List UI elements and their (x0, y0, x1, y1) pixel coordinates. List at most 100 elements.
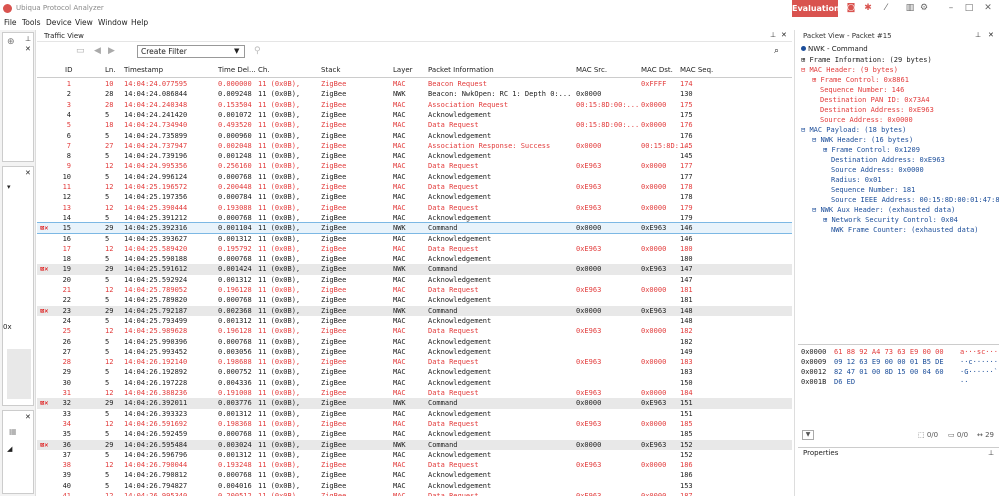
tree-leaf[interactable]: Sequence Number: 146 (820, 86, 904, 96)
table-row[interactable]: 8 5 14:04:24.739196 0.001248 11 (0x0B), ZigBe… (37, 151, 792, 161)
tree-node[interactable]: ⊞ Frame Control: 0x8861 (812, 76, 909, 86)
table-row[interactable]: 1 10 14:04:24.077595 0.000000 11 (0x0B), ZigB… (37, 79, 792, 89)
maximize-icon[interactable]: □ (963, 2, 975, 14)
col-id[interactable]: ID (65, 62, 72, 78)
splitter[interactable] (794, 30, 795, 496)
search-icon[interactable]: ⌕ (774, 46, 779, 56)
col-mac-src[interactable]: MAC Src. (576, 62, 607, 78)
bug-icon[interactable]: ✱ (862, 2, 874, 14)
comment-icon[interactable]: ▭ (76, 46, 85, 56)
table-row[interactable]: 39 5 14:04:26.790812 0.000768 11 (0x0B), ZigB… (37, 470, 792, 480)
tree-leaf[interactable]: Radius: 0x01 (831, 176, 882, 186)
table-row[interactable]: 33 5 14:04:26.393323 0.001312 11 (0x0B), ZigB… (37, 409, 792, 419)
col-time-delta[interactable]: Time Del... (218, 62, 256, 78)
table-row[interactable]: ⊠✕ 15 29 14:04:25.392316 0.001104 11 (0x0B), Z… (37, 222, 792, 235)
grid-icon[interactable]: ▦ (9, 427, 17, 436)
table-row[interactable]: 6 5 14:04:24.735899 0.000960 11 (0x0B), ZigBe… (37, 131, 792, 141)
col-layer[interactable]: Layer (393, 62, 413, 78)
col-len[interactable]: Ln. (105, 62, 116, 78)
table-row[interactable]: 40 5 14:04:26.794827 0.004016 11 (0x0B), ZigB… (37, 481, 792, 491)
back-icon[interactable]: ◀ (94, 46, 101, 56)
menu-window[interactable]: Window (98, 17, 128, 29)
minimize-icon[interactable]: – (945, 2, 957, 14)
close-icon[interactable]: ✕ (781, 31, 787, 39)
tree-node[interactable]: ⊟ MAC Payload: (18 bytes) (801, 126, 906, 136)
forward-icon[interactable]: ▶ (108, 46, 115, 56)
table-row[interactable]: 37 5 14:04:26.596796 0.001312 11 (0x0B), ZigB… (37, 450, 792, 460)
hex-bytes[interactable]: 09 12 63 E9 00 00 01 B5 DE (834, 358, 944, 368)
pin-icon[interactable]: ⊥ (988, 449, 994, 457)
col-channel[interactable]: Ch. (258, 62, 270, 78)
filter-icon[interactable]: ⚲ (254, 46, 261, 56)
table-row[interactable]: 10 5 14:04:24.996124 0.000768 11 (0x0B), ZigB… (37, 172, 792, 182)
col-mac-dst[interactable]: MAC Dst. (641, 62, 673, 78)
hex-ascii[interactable]: ··c······ (960, 358, 998, 368)
tree-leaf[interactable]: Destination Address: 0xE963 (820, 106, 934, 116)
table-row[interactable]: 7 27 14:04:24.737947 0.002048 11 (0x0B), ZigB… (37, 141, 792, 151)
col-stack[interactable]: Stack (321, 62, 340, 78)
hex-bytes[interactable]: 82 47 01 00 8D 15 00 04 60 (834, 368, 944, 378)
menu-device[interactable]: Device (46, 17, 72, 29)
collapse-icon[interactable]: ▾ (7, 183, 11, 191)
table-row[interactable]: ⊠✕ 36 29 14:04:26.595484 0.003024 11 (0x0B), Z… (37, 439, 792, 450)
table-row[interactable]: ⊠✕ 23 29 14:04:25.792187 0.002368 11 (0x0B), Z… (37, 305, 792, 316)
table-row[interactable]: 24 5 14:04:25.793499 0.001312 11 (0x0B), ZigB… (37, 316, 792, 326)
menu-help[interactable]: Help (131, 17, 148, 29)
tree-leaf[interactable]: Destination PAN ID: 0x73A4 (820, 96, 930, 106)
close-panel-icon[interactable]: ✕ (25, 169, 31, 177)
table-row[interactable]: 2 28 14:04:24.086844 0.009248 11 (0x0B), ZigB… (37, 89, 792, 99)
table-row[interactable]: 29 5 14:04:26.192892 0.000752 11 (0x0B), ZigB… (37, 367, 792, 377)
tree-leaf[interactable]: Sequence Number: 181 (831, 186, 915, 196)
close-icon[interactable]: ✕ (982, 2, 994, 14)
table-row[interactable]: 22 5 14:04:25.789820 0.000768 11 (0x0B), ZigB… (37, 295, 792, 305)
tree-node[interactable]: ⊟ NWK Aux Header: (exhausted data) (812, 206, 955, 216)
chevron-down-icon[interactable]: ▼ (802, 430, 814, 440)
tree-leaf[interactable]: NWK Frame Counter: (exhausted data) (831, 226, 979, 236)
table-row[interactable]: 4 5 14:04:24.241420 0.001072 11 (0x0B), ZigBe… (37, 110, 792, 120)
table-row[interactable]: 13 12 14:04:25.390444 0.193088 11 (0x0B), Zig… (37, 203, 792, 213)
table-row[interactable]: 34 12 14:04:26.591692 0.198368 11 (0x0B), Zig… (37, 419, 792, 429)
tree-expand-icon[interactable]: ◢ (7, 445, 12, 453)
col-mac-seq[interactable]: MAC Seq. (680, 62, 713, 78)
table-row[interactable]: 17 12 14:04:25.589420 0.195792 11 (0x0B), Zig… (37, 244, 792, 254)
tree-node[interactable]: ⊞ Frame Control: 0x1209 (823, 146, 920, 156)
tree-leaf[interactable]: Source IEEE Address: 00:15:8D:00:01:47:8… (831, 196, 999, 206)
table-row[interactable]: 12 5 14:04:25.197356 0.000784 11 (0x0B), ZigB… (37, 192, 792, 202)
hex-bytes[interactable]: 61 88 92 A4 73 63 E9 00 00 (834, 348, 944, 358)
camera-icon[interactable]: ◙ (845, 2, 857, 14)
table-row[interactable]: 14 5 14:04:25.391212 0.000768 11 (0x0B), ZigB… (37, 213, 792, 223)
hex-ascii[interactable]: ·· (960, 378, 968, 388)
hex-ascii[interactable]: a···sc··· (960, 348, 998, 358)
hex-ascii[interactable]: ·G······` (960, 368, 998, 378)
menu-tools[interactable]: Tools (22, 17, 40, 29)
table-row[interactable]: 9 12 14:04:24.995356 0.256160 11 (0x0B), ZigB… (37, 161, 792, 171)
close-panel-icon[interactable]: ✕ (25, 45, 31, 53)
pin-icon[interactable]: ⊥ (975, 31, 981, 39)
table-row[interactable]: 5 18 14:04:24.734940 0.493520 11 (0x0B), ZigB… (37, 120, 792, 130)
table-row[interactable]: 26 5 14:04:25.990396 0.000768 11 (0x0B), ZigB… (37, 337, 792, 347)
tree-leaf[interactable]: Source Address: 0x0000 (831, 166, 924, 176)
tree-node[interactable]: ⊞ Network Security Control: 0x04 (823, 216, 958, 226)
table-row[interactable]: 21 12 14:04:25.789052 0.196128 11 (0x0B), Zig… (37, 285, 792, 295)
table-row[interactable]: ⊠✕ 32 29 14:04:26.392011 0.003776 11 (0x0B), Z… (37, 398, 792, 409)
table-row[interactable]: 20 5 14:04:25.592924 0.001312 11 (0x0B), ZigB… (37, 275, 792, 285)
table-row[interactable]: 18 5 14:04:25.590188 0.000768 11 (0x0B), ZigB… (37, 254, 792, 264)
menu-file[interactable]: File (4, 17, 17, 29)
menu-view[interactable]: View (75, 17, 93, 29)
close-icon[interactable]: ✕ (988, 31, 994, 39)
broom-icon[interactable]: ⁄ (880, 2, 892, 14)
table-row[interactable]: 3 28 14:04:24.240348 0.153504 11 (0x0B), ZigB… (37, 100, 792, 110)
pin-icon[interactable]: ⊥ (25, 35, 31, 43)
table-row[interactable]: 27 5 14:04:25.993452 0.003056 11 (0x0B), ZigB… (37, 347, 792, 357)
table-row[interactable]: 25 12 14:04:25.989628 0.196128 11 (0x0B), Zig… (37, 326, 792, 336)
col-timestamp[interactable]: Timestamp (124, 62, 163, 78)
hex-bytes[interactable]: D6 ED (834, 378, 855, 388)
table-row[interactable]: 41 12 14:04:26.995340 0.200512 11 (0x0B), Zig… (37, 491, 792, 496)
tree-node[interactable]: ⊟ NWK Header: (16 bytes) (812, 136, 913, 146)
table-row[interactable]: 16 5 14:04:25.393627 0.001312 11 (0x0B), ZigB… (37, 234, 792, 244)
table-row[interactable]: 11 12 14:04:25.196572 0.200448 11 (0x0B), Zig… (37, 182, 792, 192)
col-packet-info[interactable]: Packet Information (428, 62, 494, 78)
table-row[interactable]: 35 5 14:04:26.592459 0.000768 11 (0x0B), ZigB… (37, 429, 792, 439)
columns-icon[interactable]: ▥ (904, 2, 916, 14)
tree-leaf[interactable]: Destination Address: 0xE963 (831, 156, 945, 166)
